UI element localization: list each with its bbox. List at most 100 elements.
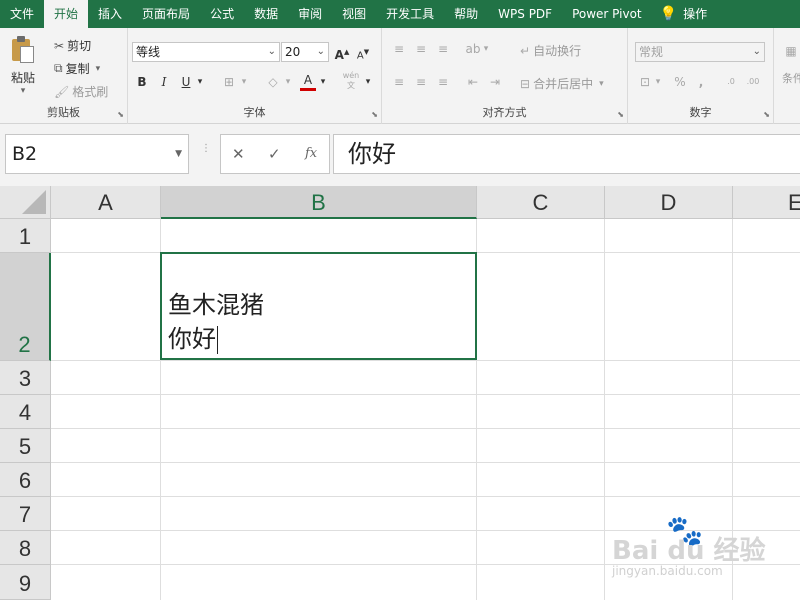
font-size-select[interactable]: 20 ⌄ [281, 42, 329, 62]
align-top-icon[interactable]: ≡ [390, 40, 408, 58]
enter-icon[interactable]: ✓ [268, 135, 281, 173]
tab-home[interactable]: 开始 [44, 0, 89, 28]
tab-help[interactable]: 帮助 [444, 0, 488, 28]
border-dropdown-icon[interactable]: ▾ [238, 73, 250, 91]
cancel-icon[interactable]: ✕ [232, 135, 245, 173]
align-center-icon[interactable]: ≡ [412, 73, 430, 91]
column-header-c[interactable]: C [477, 186, 605, 219]
dialog-launcher-icon[interactable]: ⬊ [371, 110, 378, 119]
font-group-label: 字体 [243, 106, 266, 119]
font-name-value: 等线 [136, 45, 161, 59]
name-box[interactable]: B2 ▼ [5, 134, 189, 174]
active-cell-b2[interactable]: 鱼木混猪 你好 [160, 252, 477, 360]
italic-button[interactable]: I [155, 73, 173, 91]
increase-font-size-icon[interactable]: A▲ [333, 43, 351, 62]
font-group: 等线 ⌄ 20 ⌄ A▲ A▼ B I U ▾ ⊞ ▾ ◇ ▾ A ▾ wén 文… [128, 28, 382, 124]
dialog-launcher-icon[interactable]: ⬊ [117, 110, 124, 119]
formula-input[interactable]: 你好 [333, 134, 800, 174]
copy-icon: ⧉ [54, 61, 63, 75]
tab-power-pivot[interactable]: Power Pivot [562, 0, 652, 28]
row-header-7[interactable]: 7 [0, 497, 51, 531]
row-header-5[interactable]: 5 [0, 429, 51, 463]
tell-me-search[interactable]: 操作 [681, 0, 717, 28]
underline-dropdown-icon[interactable]: ▾ [194, 73, 206, 91]
formula-bar: B2 ▼ ⋮ ✕ ✓ fx 你好 [0, 124, 800, 186]
insert-function-icon[interactable]: fx [305, 135, 317, 173]
watermark-brand: Bai du 经验 [612, 536, 766, 566]
drag-handle-icon[interactable]: ⋮ [201, 144, 211, 154]
clipboard-group: 粘贴 ▾ ✂ 剪切 ⧉ 复制 ▾ 🖌 格式刷 剪贴板 ⬊ [0, 28, 128, 124]
number-group-label: 数字 [689, 106, 712, 119]
increase-indent-icon[interactable]: ⇥ [486, 73, 504, 91]
tab-developer[interactable]: 开发工具 [376, 0, 444, 28]
orientation-dropdown-icon[interactable]: ▾ [480, 40, 492, 58]
clipboard-group-label: 剪贴板 [47, 106, 80, 119]
row-header-4[interactable]: 4 [0, 395, 51, 429]
select-all-button[interactable] [0, 186, 51, 219]
cut-button[interactable]: ✂ 剪切 [54, 37, 91, 54]
tab-wps-pdf[interactable]: WPS PDF [488, 0, 562, 28]
bold-button[interactable]: B [133, 73, 151, 91]
align-left-icon[interactable]: ≡ [390, 73, 408, 91]
merge-center-button[interactable]: ⊟ 合并后居中 ▾ [520, 75, 604, 92]
font-size-value: 20 [285, 45, 301, 59]
copy-button[interactable]: ⧉ 复制 ▾ [54, 60, 100, 77]
fill-color-dropdown-icon[interactable]: ▾ [282, 73, 294, 91]
merge-dropdown-icon[interactable]: ▾ [599, 79, 604, 89]
row-header-8[interactable]: 8 [0, 531, 51, 565]
format-painter-button[interactable]: 🖌 格式刷 [54, 83, 108, 100]
row-header-1[interactable]: 1 [0, 219, 51, 253]
align-right-icon[interactable]: ≡ [434, 73, 452, 91]
tab-data[interactable]: 数据 [244, 0, 288, 28]
row-header-2[interactable]: 2 [0, 253, 51, 361]
font-name-select[interactable]: 等线 ⌄ [132, 42, 280, 62]
decrease-decimal-icon[interactable]: .00 [744, 73, 762, 91]
align-middle-icon[interactable]: ≡ [412, 40, 430, 58]
border-icon[interactable]: ⊞ [220, 73, 238, 91]
accounting-dropdown-icon[interactable]: ▾ [652, 73, 664, 91]
font-color-dropdown-icon[interactable]: ▾ [317, 73, 329, 91]
increase-decimal-icon[interactable]: .0 [722, 73, 740, 91]
underline-button[interactable]: U [177, 73, 195, 91]
wrap-text-button[interactable]: ↵ 自动换行 [520, 42, 581, 59]
gridline [51, 428, 800, 429]
tab-review[interactable]: 审阅 [288, 0, 332, 28]
phonetic-dropdown-icon[interactable]: ▾ [362, 73, 374, 91]
comma-button[interactable]: , [692, 73, 710, 91]
select-all-triangle-icon [22, 190, 46, 214]
lightbulb-icon[interactable]: 💡 [652, 6, 681, 22]
font-color-button[interactable]: A [299, 71, 317, 91]
tab-page-layout[interactable]: 页面布局 [132, 0, 200, 28]
column-header-b[interactable]: B [161, 186, 477, 219]
column-header-e[interactable]: E [733, 186, 800, 219]
ribbon-tab-bar: 文件 开始 插入 页面布局 公式 数据 审阅 视图 开发工具 帮助 WPS PD… [0, 0, 800, 28]
merge-center-label: 合并后居中 [533, 77, 594, 91]
row-header-9[interactable]: 9 [0, 565, 51, 600]
tab-formulas[interactable]: 公式 [200, 0, 244, 28]
font-color-swatch [300, 88, 316, 91]
conditional-format-label[interactable]: 条件 [782, 70, 800, 86]
formula-buttons: ✕ ✓ fx [220, 134, 330, 174]
tab-view[interactable]: 视图 [332, 0, 376, 28]
phonetic-guide-icon[interactable]: wén 文 [340, 71, 362, 90]
decrease-font-size-icon[interactable]: A▼ [354, 43, 372, 61]
dialog-launcher-icon[interactable]: ⬊ [763, 110, 770, 119]
paste-dropdown-icon[interactable]: ▾ [21, 86, 26, 96]
fill-color-icon[interactable]: ◇ [264, 73, 282, 91]
tab-insert[interactable]: 插入 [88, 0, 132, 28]
row-header-6[interactable]: 6 [0, 463, 51, 497]
paste-button[interactable]: 粘贴 ▾ [10, 36, 36, 96]
conditional-format-icon[interactable]: ▦ [782, 42, 800, 60]
align-bottom-icon[interactable]: ≡ [434, 40, 452, 58]
number-format-select[interactable]: 常规 ⌄ [635, 42, 765, 62]
tab-file[interactable]: 文件 [0, 0, 44, 28]
format-painter-label: 格式刷 [72, 85, 109, 99]
dialog-launcher-icon[interactable]: ⬊ [617, 110, 624, 119]
column-header-a[interactable]: A [51, 186, 161, 219]
decrease-indent-icon[interactable]: ⇤ [464, 73, 482, 91]
percent-button[interactable]: % [671, 73, 689, 91]
row-header-3[interactable]: 3 [0, 361, 51, 395]
column-header-d[interactable]: D [605, 186, 733, 219]
copy-dropdown-icon[interactable]: ▾ [96, 64, 101, 74]
name-box-value: B2 [12, 143, 38, 165]
